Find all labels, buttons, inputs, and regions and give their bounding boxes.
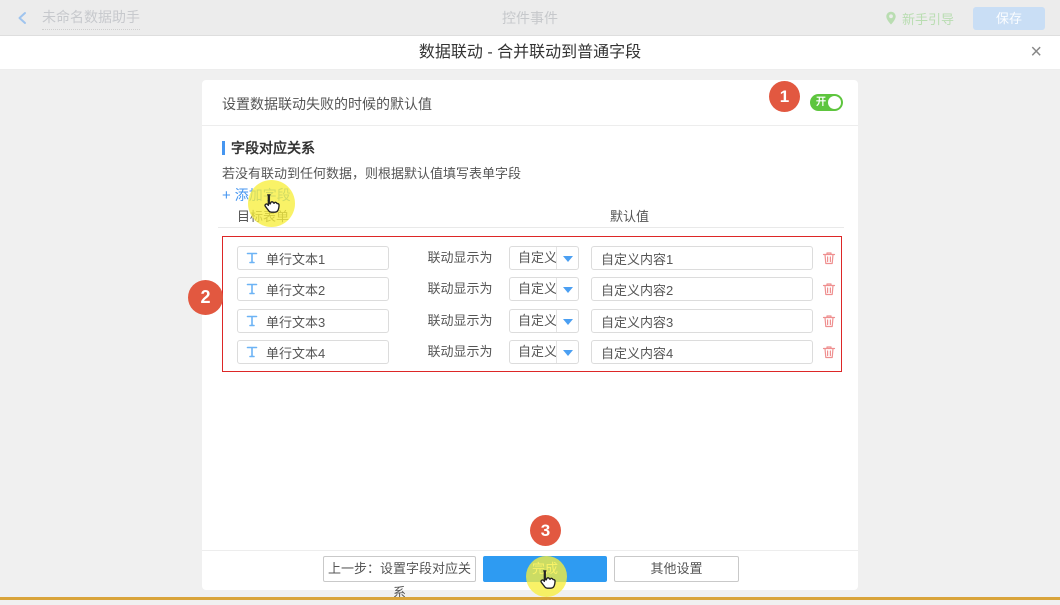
delete-row-icon[interactable] <box>821 313 837 329</box>
assistant-name-label[interactable]: 未命名数据助手 <box>42 7 140 30</box>
text-field-icon <box>245 314 259 328</box>
back-button[interactable]: 未命名数据助手 <box>16 0 140 36</box>
chevron-down-icon <box>563 319 573 325</box>
target-field-input[interactable] <box>237 277 389 301</box>
toggle-on-label: 开 <box>816 94 826 111</box>
hand-cursor-icon <box>257 192 284 219</box>
location-pin-icon <box>885 11 897 26</box>
default-value-toggle[interactable]: 开 <box>810 94 843 111</box>
step-badge-3: 3 <box>530 515 561 546</box>
section-accent-bar <box>222 141 225 155</box>
step-badge-1: 1 <box>769 81 800 112</box>
mode-select[interactable]: 自定义 <box>509 246 579 270</box>
mode-select-value: 自定义 <box>518 310 557 332</box>
save-button[interactable]: 保存 <box>973 7 1045 30</box>
toggle-knob <box>828 96 841 109</box>
default-value-input[interactable] <box>591 309 813 333</box>
divider <box>218 227 844 228</box>
other-settings-button[interactable]: 其他设置 <box>614 556 739 582</box>
plus-icon: + <box>222 187 231 204</box>
chevron-down-icon <box>563 287 573 293</box>
beginner-guide-label: 新手引导 <box>902 9 954 28</box>
modal-body: 设置数据联动失败的时候的默认值 开 字段对应关系 若没有联动到任何数据，则根据默… <box>0 70 1060 600</box>
field-mapping-section-header: 字段对应关系 <box>222 138 315 158</box>
section-description: 若没有联动到任何数据，则根据默认值填写表单字段 <box>222 163 521 182</box>
text-field-icon <box>245 251 259 265</box>
delete-row-icon[interactable] <box>821 281 837 297</box>
hand-cursor-icon <box>533 568 560 595</box>
default-value-input[interactable] <box>591 340 813 364</box>
linkage-display-label: 联动显示为 <box>415 309 505 333</box>
chevron-down-icon <box>563 256 573 262</box>
default-value-input[interactable] <box>591 246 813 270</box>
previous-step-button[interactable]: 上一步：设置字段对应关系 <box>323 556 476 582</box>
top-navbar: 未命名数据助手 控件事件 新手引导 保存 <box>0 0 1060 36</box>
default-value-input[interactable] <box>591 277 813 301</box>
mode-select[interactable]: 自定义 <box>509 309 579 333</box>
step-badge-2: 2 <box>188 280 223 315</box>
modal-header: 数据联动 - 合并联动到普通字段 × <box>0 36 1060 70</box>
column-header-default-value: 默认值 <box>610 206 649 225</box>
back-chevron-icon <box>16 11 30 25</box>
linkage-display-label: 联动显示为 <box>415 277 505 301</box>
target-field-input[interactable] <box>237 246 389 270</box>
delete-row-icon[interactable] <box>821 250 837 266</box>
beginner-guide-button[interactable]: 新手引导 <box>885 0 954 36</box>
chevron-down-icon <box>563 350 573 356</box>
mode-select-value: 自定义 <box>518 278 557 300</box>
mode-select[interactable]: 自定义 <box>509 277 579 301</box>
settings-panel: 设置数据联动失败的时候的默认值 开 字段对应关系 若没有联动到任何数据，则根据默… <box>202 80 858 590</box>
text-field-icon <box>245 282 259 296</box>
select-arrow-zone[interactable] <box>556 278 578 300</box>
field-mapping-rows-group: 联动显示为 自定义 联动显示为 自定义 <box>222 236 842 372</box>
select-arrow-zone[interactable] <box>556 310 578 332</box>
divider <box>202 125 858 126</box>
select-arrow-zone[interactable] <box>556 341 578 363</box>
mode-select-value: 自定义 <box>518 341 557 363</box>
modal-title: 数据联动 - 合并联动到普通字段 <box>0 36 1060 70</box>
linkage-display-label: 联动显示为 <box>415 340 505 364</box>
mode-select-value: 自定义 <box>518 247 557 269</box>
field-mapping-row: 联动显示为 自定义 <box>223 277 841 301</box>
field-mapping-row: 联动显示为 自定义 <box>223 309 841 333</box>
linkage-display-label: 联动显示为 <box>415 246 505 270</box>
close-icon[interactable]: × <box>1030 36 1042 70</box>
section-title: 字段对应关系 <box>231 138 315 158</box>
divider <box>202 550 858 551</box>
default-value-setting-label: 设置数据联动失败的时候的默认值 <box>222 94 432 114</box>
field-mapping-row: 联动显示为 自定义 <box>223 246 841 270</box>
field-mapping-row: 联动显示为 自定义 <box>223 340 841 364</box>
select-arrow-zone[interactable] <box>556 247 578 269</box>
target-field-input[interactable] <box>237 340 389 364</box>
delete-row-icon[interactable] <box>821 344 837 360</box>
mode-select[interactable]: 自定义 <box>509 340 579 364</box>
target-field-input[interactable] <box>237 309 389 333</box>
text-field-icon <box>245 345 259 359</box>
